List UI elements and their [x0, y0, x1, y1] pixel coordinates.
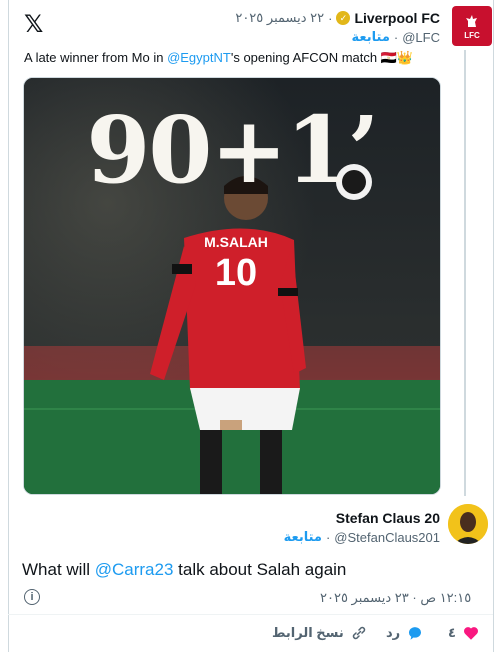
reply-bubble-icon [409, 627, 422, 640]
tweet-date[interactable]: ٢٢ ديسمبر ٢٠٢٥ [235, 10, 324, 26]
like-action[interactable]: ٤ [448, 624, 480, 642]
reply-header: Stefan Claus 20 [336, 510, 440, 526]
media-big-time-text: 90+1’ [86, 96, 379, 204]
reply-subheader: متابعة · @StefanClaus201 [284, 529, 440, 545]
egyptnt-mention-link[interactable]: @EgyptNT [167, 50, 231, 65]
copy-link-label: نسخ الرابط [272, 625, 344, 640]
x-logo-icon[interactable]: 𝕏 [24, 10, 43, 38]
tweet-author-handle[interactable]: @LFC [402, 30, 440, 45]
tweet-text-after: 's opening AFCON match 🇪🇬👑 [230, 50, 414, 65]
thread-line [464, 50, 466, 496]
heart-icon [463, 627, 478, 640]
follow-button[interactable]: متابعة [352, 29, 390, 45]
verified-badge-icon: ✓ [336, 11, 351, 25]
reply-timestamp[interactable]: ١٢:١٥ ص · ٢٣ ديسمبر ٢٠٢٥ [320, 590, 471, 606]
shirt-name-text: M.SALAH [204, 234, 268, 250]
divider [8, 614, 493, 615]
tweet-author-name[interactable]: Liverpool FC [354, 10, 440, 26]
carra23-mention-link[interactable]: @Carra23 [95, 560, 174, 579]
tweet-subheader: متابعة · @LFC [352, 29, 440, 45]
reply-author-handle[interactable]: @StefanClaus201 [334, 530, 440, 545]
lfc-avatar-text: LFC [464, 30, 480, 40]
liverbird-icon [466, 14, 477, 27]
info-icon[interactable]: i [24, 589, 40, 605]
tweet-media-image[interactable]: 90+1’ M.SALAH 10 [23, 77, 441, 495]
reply-text: What will @Carra23 talk about Salah agai… [22, 560, 346, 580]
copy-link-action[interactable]: نسخ الرابط [272, 624, 368, 642]
reply-text-after: talk about Salah again [173, 560, 347, 579]
separator-dot: · [393, 29, 399, 45]
reply-follow-button[interactable]: متابعة [284, 529, 322, 545]
reply-action[interactable]: رد [386, 624, 424, 642]
reply-time: ١٢:١٥ ص [420, 590, 472, 605]
tweet-text-before: A late winner from Mo in [24, 50, 168, 65]
separator-dot: · [412, 590, 417, 605]
lfc-avatar[interactable]: LFC [452, 6, 492, 46]
reply-action-label: رد [386, 625, 401, 640]
link-icon [352, 626, 365, 640]
reply-author-name[interactable]: Stefan Claus 20 [336, 510, 440, 526]
tweet-header: ٢٢ ديسمبر ٢٠٢٥ · ✓ Liverpool FC [235, 10, 440, 26]
avatar-portrait [448, 504, 488, 544]
reply-text-before: What will [22, 560, 95, 579]
separator-dot: · [328, 10, 333, 26]
reply-date: ٢٣ ديسمبر ٢٠٢٥ [320, 590, 409, 605]
tweet-text: A late winner from Mo in @EgyptNT's open… [24, 50, 413, 66]
separator-dot: · [325, 529, 331, 545]
like-count: ٤ [448, 625, 456, 640]
stefan-avatar[interactable] [448, 504, 488, 544]
shirt-number-text: 10 [214, 252, 258, 294]
